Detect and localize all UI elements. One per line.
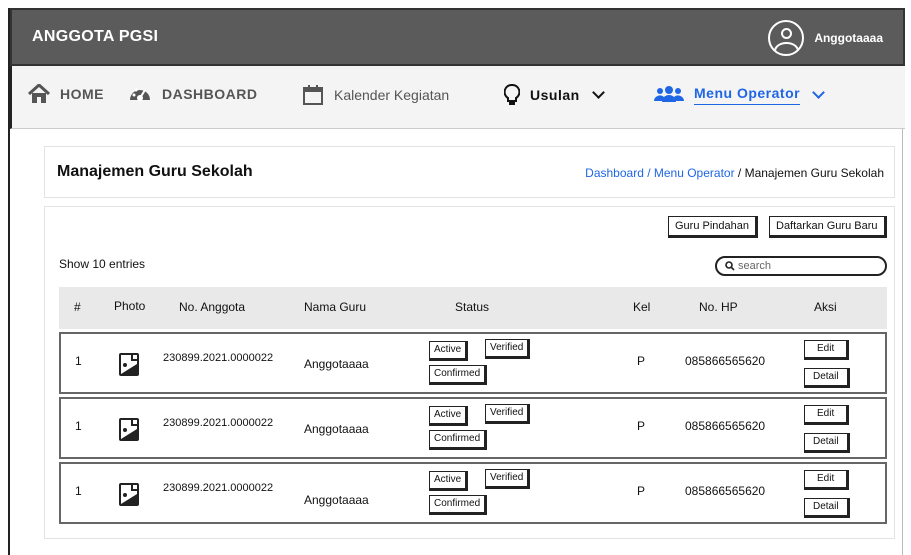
detail-button[interactable]: Detail (804, 433, 850, 453)
col-aksi: Aksi (814, 300, 837, 314)
lightbulb-icon (504, 84, 520, 105)
table-header: # Photo No. Anggota Nama Guru Status Kel… (59, 287, 887, 329)
main-nav: HOME DASHBOARD Kalender Kegiatan Usulan … (10, 66, 905, 129)
row-hp: 085866565620 (685, 484, 766, 498)
table-row: 1 230899.2021.0000022 Anggotaaaa Active … (59, 332, 887, 394)
user-menu[interactable]: Anggotaaaa (768, 20, 883, 56)
detail-button[interactable]: Detail (804, 368, 850, 388)
nav-home-label: HOME (60, 86, 104, 102)
nav-usulan-label: Usulan (530, 87, 580, 103)
table-row: 1 230899.2021.0000022 Anggotaaaa Active … (59, 462, 887, 524)
row-anggota: 230899.2021.0000022 (163, 417, 274, 429)
row-no: 1 (75, 354, 82, 368)
row-no: 1 (75, 484, 82, 498)
status-confirmed: Confirmed (429, 365, 488, 385)
calendar-icon (303, 85, 323, 105)
row-kel: P (637, 484, 646, 498)
status-confirmed: Confirmed (429, 495, 488, 515)
nav-dashboard[interactable]: DASHBOARD (128, 84, 258, 104)
show-entries[interactable]: Show 10 entries (59, 257, 145, 271)
row-nama: Anggotaaaa (304, 493, 369, 507)
title-card: Manajemen Guru Sekolah Dashboard / Menu … (44, 146, 895, 198)
status-active: Active (429, 406, 469, 426)
user-avatar-icon[interactable] (768, 20, 805, 56)
dashboard-icon (130, 88, 150, 101)
table-row: 1 230899.2021.0000022 Anggotaaaa Active … (59, 397, 887, 459)
image-icon (119, 418, 139, 441)
page-title: Manajemen Guru Sekolah (57, 163, 253, 180)
row-nama: Anggotaaaa (304, 422, 369, 436)
brand-title: ANGGOTA PGSI (32, 28, 159, 45)
nav-usulan[interactable]: Usulan (504, 84, 605, 106)
col-nama: Nama Guru (304, 300, 367, 314)
guru-pindahan-button[interactable]: Guru Pindahan (668, 216, 758, 238)
row-anggota: 230899.2021.0000022 (163, 482, 274, 494)
breadcrumb-current: / Manajemen Guru Sekolah (734, 166, 884, 180)
detail-button[interactable]: Detail (804, 498, 850, 518)
row-anggota: 230899.2021.0000022 (163, 352, 274, 364)
status-verified: Verified (485, 404, 531, 424)
row-no: 1 (75, 419, 82, 433)
nav-menu-operator-label: Menu Operator (694, 85, 801, 105)
col-photo: Photo (114, 299, 146, 313)
search-input[interactable]: search (715, 256, 887, 276)
col-kel: Kel (633, 300, 651, 314)
status-active: Active (429, 471, 469, 491)
edit-button[interactable]: Edit (804, 405, 850, 425)
col-hp: No. HP (699, 300, 738, 314)
breadcrumb-link[interactable]: Dashboard / Menu Operator (585, 166, 734, 180)
nav-kalender[interactable]: Kalender Kegiatan (302, 84, 449, 106)
nav-dashboard-label: DASHBOARD (162, 86, 258, 102)
col-anggota: No. Anggota (179, 300, 246, 314)
image-icon (119, 483, 139, 506)
row-hp: 085866565620 (685, 354, 766, 368)
username[interactable]: Anggotaaaa (814, 31, 883, 45)
status-active: Active (429, 341, 469, 361)
image-icon (119, 353, 139, 376)
home-icon (28, 84, 50, 103)
row-kel: P (637, 354, 646, 368)
search-placeholder: search (738, 260, 772, 272)
row-kel: P (637, 419, 646, 433)
nav-menu-operator[interactable]: Menu Operator (654, 84, 825, 106)
status-confirmed: Confirmed (429, 430, 488, 450)
row-nama: Anggotaaaa (304, 357, 369, 371)
chevron-down-icon (591, 86, 605, 99)
row-hp: 085866565620 (685, 419, 766, 433)
search-icon (725, 261, 735, 271)
users-icon (654, 86, 684, 102)
col-status: Status (455, 300, 490, 314)
edit-button[interactable]: Edit (804, 470, 850, 490)
col-no: # (74, 300, 81, 314)
status-verified: Verified (485, 469, 531, 489)
chevron-down-icon (812, 86, 825, 99)
nav-home[interactable]: HOME (28, 84, 104, 104)
table-card: Guru Pindahan Daftarkan Guru Baru Show 1… (44, 206, 895, 539)
nav-kalender-label: Kalender Kegiatan (334, 87, 450, 103)
breadcrumb: Dashboard / Menu Operator / Manajemen Gu… (585, 166, 884, 180)
app-frame: ANGGOTA PGSI Anggotaaaa HOME DASHBOARD K… (8, 8, 905, 555)
edit-button[interactable]: Edit (804, 340, 850, 360)
top-bar: ANGGOTA PGSI Anggotaaaa (10, 8, 905, 66)
daftarkan-guru-button[interactable]: Daftarkan Guru Baru (769, 216, 887, 238)
status-verified: Verified (485, 339, 531, 359)
